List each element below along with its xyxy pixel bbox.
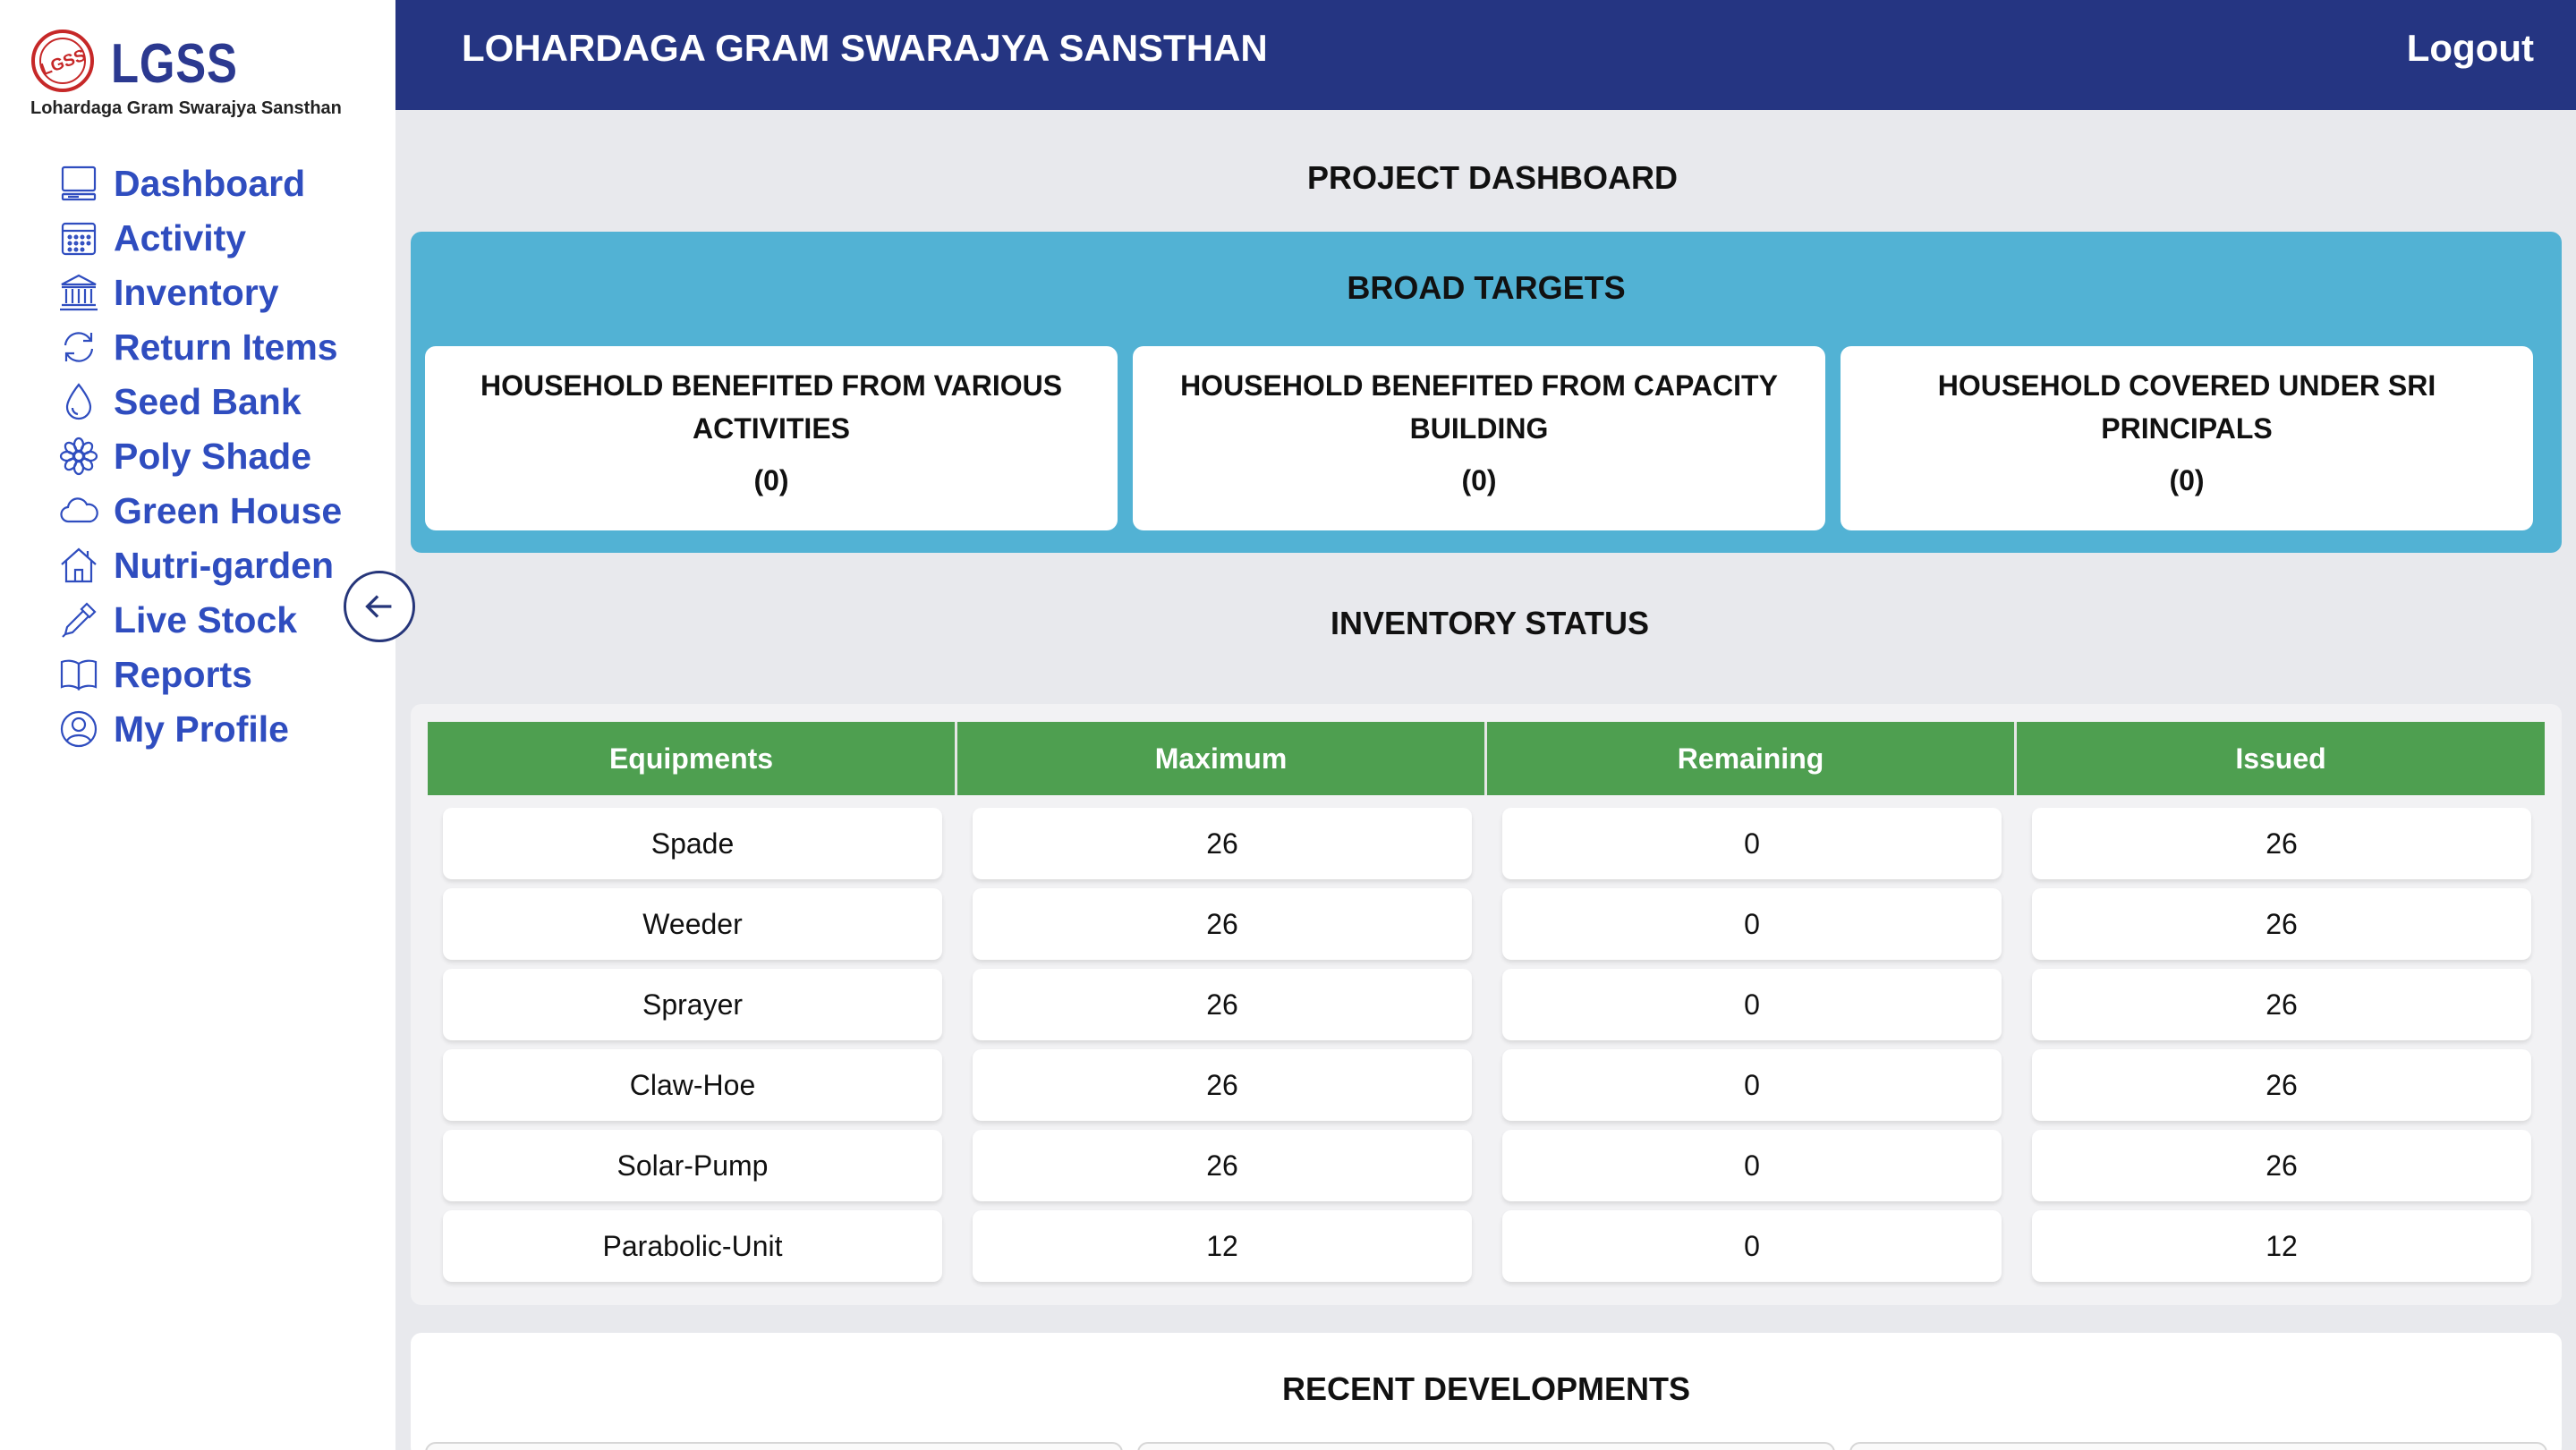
target-card-title: HOUSEHOLD BENEFITED FROM VARIOUS ACTIVIT… [480, 369, 1063, 445]
collapse-sidebar-button[interactable] [344, 571, 415, 642]
sidebar-item-label: My Profile [114, 708, 289, 750]
recent-card [425, 1442, 1123, 1450]
sidebar-item-label: Reports [114, 653, 252, 695]
user-circle-icon [54, 704, 104, 754]
book-icon [54, 649, 104, 700]
sidebar-item-activity[interactable]: Activity [54, 207, 358, 269]
target-card: HOUSEHOLD COVERED UNDER SRI PRINCIPALS (… [1841, 346, 2533, 530]
refresh-icon [54, 322, 104, 372]
equipment-cell: Spade [443, 808, 942, 879]
sidebar-item-label: Dashboard [114, 162, 306, 204]
issued-cell: 26 [2032, 1130, 2531, 1201]
column-header-remaining[interactable]: Remaining [1487, 722, 2017, 795]
equipment-cell: Solar-Pump [443, 1130, 942, 1201]
arrow-left-icon [365, 595, 392, 618]
maximum-cell: 26 [973, 1130, 1472, 1201]
remaining-cell: 0 [1502, 1210, 2002, 1282]
maximum-cell: 12 [973, 1210, 1472, 1282]
table-row: Parabolic-Unit 12 0 12 [443, 1210, 2531, 1282]
issued-cell: 26 [2032, 888, 2531, 960]
recent-developments-panel: RECENT DEVELOPMENTS [411, 1333, 2562, 1450]
equipment-cell: Weeder [443, 888, 942, 960]
maximum-cell: 26 [973, 1049, 1472, 1121]
column-header-issued[interactable]: Issued [2017, 722, 2545, 795]
table-row: Claw-Hoe 26 0 26 [443, 1049, 2531, 1121]
recent-developments-title: RECENT DEVELOPMENTS [1281, 1370, 1691, 1407]
target-card-title: HOUSEHOLD COVERED UNDER SRI PRINCIPALS [1937, 369, 2436, 445]
sidebar-item-label: Green House [114, 489, 343, 531]
house-icon [54, 540, 104, 590]
column-header-equipments[interactable]: Equipments [428, 722, 957, 795]
broad-targets-panel: BROAD TARGETS HOUSEHOLD BENEFITED FROM V… [411, 232, 2562, 553]
sidebar-item-label: Poly Shade [114, 435, 312, 477]
remaining-cell: 0 [1502, 1049, 2002, 1121]
issued-cell: 12 [2032, 1210, 2531, 1282]
page-title: PROJECT DASHBOARD [1307, 159, 1679, 196]
sidebar-item-poly-shade[interactable]: Poly Shade [54, 425, 358, 488]
table-row: Solar-Pump 26 0 26 [443, 1130, 2531, 1201]
target-card: HOUSEHOLD BENEFITED FROM CAPACITY BUILDI… [1133, 346, 1825, 530]
droplet-icon [54, 377, 104, 427]
issued-cell: 26 [2032, 969, 2531, 1040]
table-row: Weeder 26 0 26 [443, 888, 2531, 960]
sidebar: LGSS LGSS Lohardaga Gram Swarajya Sansth… [0, 0, 395, 1450]
brand-logo[interactable]: LGSS LGSS Lohardaga Gram Swarajya Sansth… [30, 27, 370, 125]
equipment-cell: Sprayer [443, 969, 942, 1040]
calendar-icon [54, 213, 104, 263]
table-header: Equipments Maximum Remaining Issued [428, 722, 2545, 795]
inventory-status-title: INVENTORY STATUS [1331, 605, 1650, 641]
maximum-cell: 26 [973, 888, 1472, 960]
sidebar-item-reports[interactable]: Reports [54, 643, 358, 706]
sidebar-item-nutri-garden[interactable]: Nutri-garden [54, 534, 358, 597]
column-header-maximum[interactable]: Maximum [957, 722, 1487, 795]
sidebar-item-return-items[interactable]: Return Items [54, 316, 358, 378]
sidebar-item-green-house[interactable]: Green House [54, 479, 358, 542]
remaining-cell: 0 [1502, 808, 2002, 879]
sidebar-item-label: Activity [114, 216, 247, 259]
sidebar-item-live-stock[interactable]: Live Stock [54, 589, 358, 651]
maximum-cell: 26 [973, 969, 1472, 1040]
target-card-value: (0) [1461, 464, 1497, 496]
target-card-title: HOUSEHOLD BENEFITED FROM CAPACITY BUILDI… [1180, 369, 1778, 445]
sidebar-item-label: Seed Bank [114, 380, 302, 422]
remaining-cell: 0 [1502, 969, 2002, 1040]
remaining-cell: 0 [1502, 1130, 2002, 1201]
remaining-cell: 0 [1502, 888, 2002, 960]
brand-subtitle: Lohardaga Gram Swarajya Sansthan [30, 98, 342, 118]
monitor-icon [54, 158, 104, 208]
flower-icon [54, 431, 104, 481]
recent-card [1137, 1442, 1835, 1450]
top-bar: LOHARDAGA GRAM SWARAJYA SANSTHAN Logout [395, 0, 2576, 110]
organization-title: LOHARDAGA GRAM SWARAJYA SANSTHAN [462, 27, 1268, 69]
broad-targets-title: BROAD TARGETS [1347, 269, 1626, 306]
table-row: Sprayer 26 0 26 [443, 969, 2531, 1040]
maximum-cell: 26 [973, 808, 1472, 879]
issued-cell: 26 [2032, 1049, 2531, 1121]
brand-name: LGSS [111, 33, 238, 95]
recent-card [1849, 1442, 2547, 1450]
sidebar-item-label: Nutri-garden [114, 544, 334, 586]
issued-cell: 26 [2032, 808, 2531, 879]
sidebar-item-label: Return Items [114, 326, 338, 368]
inventory-table: Equipments Maximum Remaining Issued Spad… [411, 704, 2562, 1305]
target-card-value: (0) [2169, 464, 2205, 496]
target-card: HOUSEHOLD BENEFITED FROM VARIOUS ACTIVIT… [425, 346, 1118, 530]
sidebar-item-inventory[interactable]: Inventory [54, 261, 358, 324]
sidebar-item-dashboard[interactable]: Dashboard [54, 152, 358, 215]
sidebar-item-my-profile[interactable]: My Profile [54, 698, 358, 760]
target-card-value: (0) [753, 464, 789, 496]
logout-button[interactable]: Logout [2407, 27, 2534, 70]
equipment-cell: Parabolic-Unit [443, 1210, 942, 1282]
bank-icon [54, 267, 104, 318]
lgss-seal-icon: LGSS [31, 30, 94, 92]
sidebar-item-seed-bank[interactable]: Seed Bank [54, 370, 358, 433]
sidebar-item-label: Live Stock [114, 598, 298, 640]
equipment-cell: Claw-Hoe [443, 1049, 942, 1121]
eyedropper-icon [54, 595, 104, 645]
sidebar-item-label: Inventory [114, 271, 279, 313]
table-row: Spade 26 0 26 [443, 808, 2531, 879]
cloud-icon [54, 486, 104, 536]
